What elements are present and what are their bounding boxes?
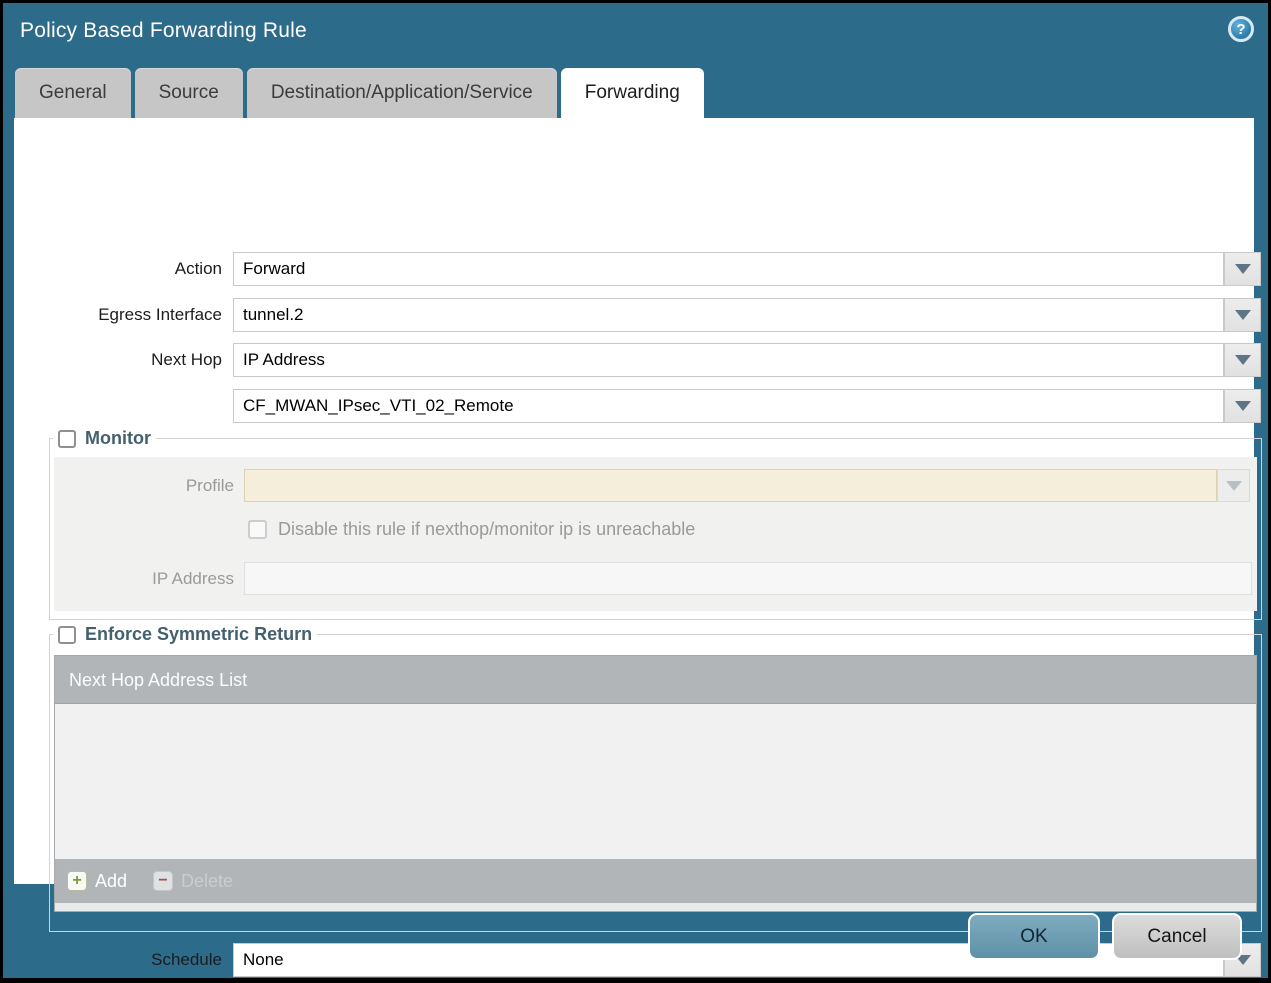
disable-rule-checkbox: [248, 520, 267, 539]
tab-content-forwarding: Action Forward Egress Interface tunnel.2…: [14, 118, 1254, 884]
delete-button: − Delete: [153, 871, 233, 892]
delete-button-label: Delete: [181, 871, 233, 892]
add-button[interactable]: + Add: [67, 871, 127, 892]
monitor-ip-address-label: IP Address: [54, 562, 234, 595]
monitor-checkbox[interactable]: [58, 430, 76, 448]
enforce-symmetric-return-legend: Enforce Symmetric Return: [53, 624, 317, 645]
monitor-section: Monitor Profile Disable this rule if nex…: [49, 428, 1262, 620]
help-icon[interactable]: ?: [1228, 16, 1254, 42]
egress-interface-dropdown-button[interactable]: [1224, 298, 1261, 332]
chevron-down-icon: [1235, 401, 1251, 411]
plus-icon: +: [67, 871, 87, 891]
next-hop-type-field[interactable]: IP Address: [233, 343, 1224, 377]
tab-source[interactable]: Source: [135, 68, 243, 118]
next-hop-type-dropdown-button[interactable]: [1224, 343, 1261, 377]
tab-bar: General Source Destination/Application/S…: [15, 68, 704, 118]
egress-interface-field[interactable]: tunnel.2: [233, 298, 1224, 332]
chevron-down-icon: [1235, 264, 1251, 274]
next-hop-address-dropdown-button[interactable]: [1224, 389, 1261, 423]
monitor-legend: Monitor: [53, 428, 156, 449]
profile-field: [244, 469, 1217, 502]
dialog-title: Policy Based Forwarding Rule: [20, 19, 307, 43]
monitor-legend-label: Monitor: [85, 428, 151, 449]
monitor-ip-address-field: [244, 562, 1252, 595]
next-hop-address-list-table: Next Hop Address List + Add − Delete: [54, 655, 1257, 912]
next-hop-row: Next Hop IP Address: [14, 343, 1261, 377]
next-hop-address-field[interactable]: CF_MWAN_IPsec_VTI_02_Remote: [233, 389, 1224, 423]
action-label: Action: [14, 252, 222, 286]
tab-forwarding[interactable]: Forwarding: [561, 68, 704, 118]
next-hop-address-row: CF_MWAN_IPsec_VTI_02_Remote: [14, 389, 1261, 423]
minus-icon: −: [153, 871, 173, 891]
enforce-symmetric-return-legend-label: Enforce Symmetric Return: [85, 624, 312, 645]
action-dropdown-button[interactable]: [1224, 252, 1261, 286]
action-row: Action Forward: [14, 252, 1261, 286]
table-bottom-strip: [55, 903, 1256, 911]
profile-label: Profile: [54, 469, 234, 502]
next-hop-address-list-body: [55, 704, 1256, 859]
tab-destination-application-service[interactable]: Destination/Application/Service: [247, 68, 557, 118]
monitor-panel: Profile Disable this rule if nexthop/mon…: [54, 457, 1257, 611]
disable-rule-label: Disable this rule if nexthop/monitor ip …: [278, 519, 695, 540]
add-button-label: Add: [95, 871, 127, 892]
chevron-down-icon: [1235, 310, 1251, 320]
enforce-symmetric-return-checkbox[interactable]: [58, 626, 76, 644]
next-hop-address-list-header: Next Hop Address List: [55, 656, 1256, 704]
next-hop-label: Next Hop: [14, 343, 222, 377]
egress-interface-label: Egress Interface: [14, 298, 222, 332]
next-hop-address-list-toolbar: + Add − Delete: [55, 859, 1256, 903]
egress-interface-row: Egress Interface tunnel.2: [14, 298, 1261, 332]
action-field[interactable]: Forward: [233, 252, 1224, 286]
tab-general[interactable]: General: [15, 68, 131, 118]
schedule-label: Schedule: [14, 943, 222, 977]
chevron-down-icon: [1226, 481, 1242, 491]
profile-dropdown-button: [1217, 469, 1250, 502]
cancel-button[interactable]: Cancel: [1112, 913, 1242, 960]
chevron-down-icon: [1235, 355, 1251, 365]
disable-rule-row: Disable this rule if nexthop/monitor ip …: [248, 517, 695, 541]
ok-button[interactable]: OK: [968, 913, 1100, 960]
policy-based-forwarding-dialog: Policy Based Forwarding Rule ? General S…: [0, 0, 1271, 983]
enforce-symmetric-return-section: Enforce Symmetric Return Next Hop Addres…: [49, 624, 1262, 932]
